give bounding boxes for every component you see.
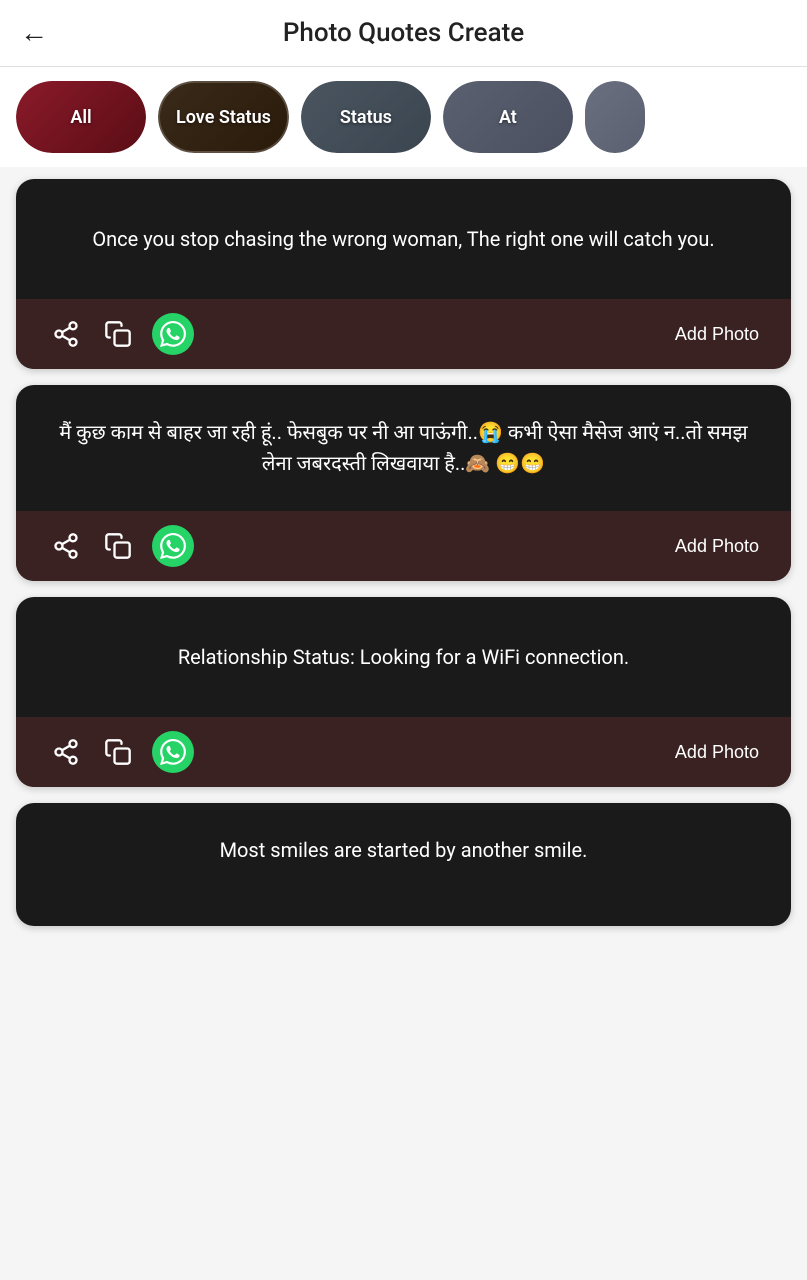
- category-label-status: Status: [322, 107, 410, 128]
- quote-text-4: Most smiles are started by another smile…: [16, 803, 791, 926]
- whatsapp-icon: [160, 533, 186, 559]
- header: ← Photo Quotes Create: [0, 0, 807, 67]
- copy-button-2[interactable]: [92, 526, 144, 566]
- share-button-3[interactable]: [40, 732, 92, 772]
- whatsapp-button-3[interactable]: [152, 731, 194, 773]
- share-button-1[interactable]: [40, 314, 92, 354]
- quote-card-1: Once you stop chasing the wrong woman, T…: [16, 179, 791, 369]
- share-button-2[interactable]: [40, 526, 92, 566]
- copy-icon: [104, 532, 132, 560]
- copy-icon: [104, 320, 132, 348]
- copy-button-3[interactable]: [92, 732, 144, 772]
- add-photo-button-3[interactable]: Add Photo: [667, 738, 767, 767]
- quote-text-1: Once you stop chasing the wrong woman, T…: [16, 179, 791, 299]
- quote-actions-2: Add Photo: [16, 511, 791, 581]
- category-chip-at[interactable]: At: [443, 81, 573, 153]
- whatsapp-icon: [160, 321, 186, 347]
- whatsapp-button-2[interactable]: [152, 525, 194, 567]
- quote-card-3: Relationship Status: Looking for a WiFi …: [16, 597, 791, 787]
- category-chip-all[interactable]: All: [16, 81, 146, 153]
- page-title: Photo Quotes Create: [68, 18, 739, 48]
- category-chip-partial[interactable]: [585, 81, 645, 153]
- category-label-all: All: [52, 107, 109, 128]
- copy-icon: [104, 738, 132, 766]
- quote-text-3: Relationship Status: Looking for a WiFi …: [16, 597, 791, 717]
- add-photo-button-1[interactable]: Add Photo: [667, 320, 767, 349]
- share-icon: [52, 738, 80, 766]
- category-label-love-status: Love Status: [158, 107, 289, 128]
- quote-text-2: मैं कुछ काम से बाहर जा रही हूं.. फेसबुक …: [16, 385, 791, 511]
- category-label-at: At: [481, 107, 535, 128]
- add-photo-button-2[interactable]: Add Photo: [667, 532, 767, 561]
- quote-actions-1: Add Photo: [16, 299, 791, 369]
- quote-actions-3: Add Photo: [16, 717, 791, 787]
- quote-card-2: मैं कुछ काम से बाहर जा रही हूं.. फेसबुक …: [16, 385, 791, 581]
- category-chip-love-status[interactable]: Love Status: [158, 81, 289, 153]
- whatsapp-button-1[interactable]: [152, 313, 194, 355]
- share-icon: [52, 320, 80, 348]
- quote-card-4: Most smiles are started by another smile…: [16, 803, 791, 926]
- copy-button-1[interactable]: [92, 314, 144, 354]
- back-button[interactable]: ←: [20, 19, 48, 47]
- category-bar: All Love Status Status At: [0, 67, 807, 167]
- whatsapp-icon: [160, 739, 186, 765]
- quotes-list: Once you stop chasing the wrong woman, T…: [0, 167, 807, 938]
- category-chip-status[interactable]: Status: [301, 81, 431, 153]
- share-icon: [52, 532, 80, 560]
